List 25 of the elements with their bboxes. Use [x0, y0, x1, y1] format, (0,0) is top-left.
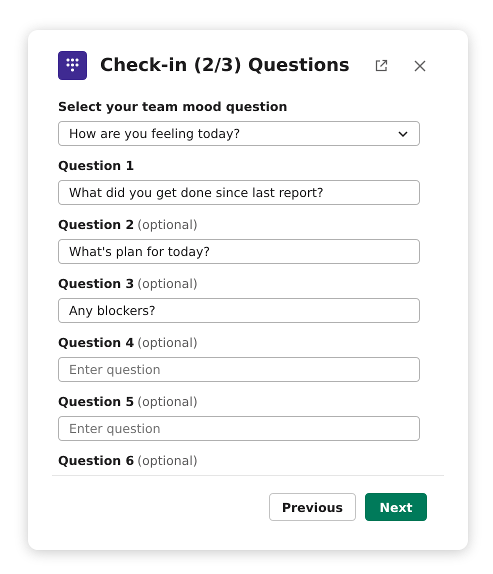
dropdown-select[interactable]: How are you feeling today?	[58, 121, 420, 146]
next-button[interactable]: Next	[365, 493, 427, 521]
dialog-title: Check-in (2/3) Questions	[100, 55, 350, 76]
question-field[interactable]: What did you get done since last report?	[58, 180, 420, 205]
field-label: Question 2	[58, 217, 134, 232]
field-label: Question 4	[58, 335, 134, 350]
chevron-down-icon	[397, 130, 409, 138]
question-field[interactable]: What's plan for today?	[58, 239, 420, 264]
optional-note: (optional)	[137, 276, 198, 291]
question-field[interactable]: Enter question	[58, 357, 420, 382]
field-label: Question 1	[58, 157, 136, 175]
optional-note: (optional)	[137, 217, 198, 232]
optional-note: (optional)	[137, 453, 198, 468]
field-label: Question 6	[58, 453, 134, 468]
previous-button[interactable]: Previous	[268, 493, 356, 521]
question-field[interactable]: Any blockers?	[58, 298, 420, 323]
question-field[interactable]: Enter question	[58, 416, 420, 441]
external-link-icon[interactable]	[373, 58, 389, 74]
field-label: Select your team mood question	[58, 98, 288, 116]
field-label: Question 5	[58, 394, 134, 409]
optional-note: (optional)	[137, 394, 198, 409]
optional-note: (optional)	[137, 335, 198, 350]
app-logo-icon	[58, 51, 87, 80]
field-label: Question 3	[58, 276, 134, 291]
close-icon[interactable]	[412, 58, 428, 74]
